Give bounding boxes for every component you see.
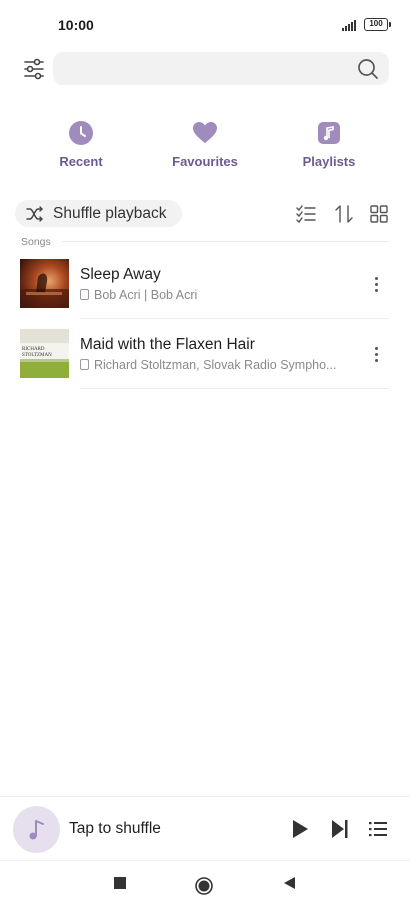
search-icon[interactable] <box>356 57 380 81</box>
local-file-icon <box>80 289 89 300</box>
play-button[interactable] <box>289 818 311 840</box>
now-playing-label[interactable]: Tap to shuffle <box>69 820 161 838</box>
shuffle-label: Shuffle playback <box>53 205 167 222</box>
shuffle-icon <box>26 206 43 222</box>
local-file-icon <box>80 359 89 370</box>
section-header-songs: Songs <box>21 236 51 248</box>
heart-icon <box>193 122 217 143</box>
music-note-icon <box>318 122 340 144</box>
status-time: 10:00 <box>58 17 94 33</box>
row-divider <box>80 318 389 319</box>
grid-view-icon[interactable] <box>368 203 390 225</box>
search-bar[interactable] <box>53 52 389 85</box>
sort-icon[interactable] <box>333 203 355 225</box>
status-bar: 10:00 100 <box>0 0 410 50</box>
clock-icon <box>69 121 93 145</box>
next-track-button[interactable] <box>329 818 351 840</box>
song-subtitle: Richard Stoltzman, Slovak Radio Sympho..… <box>80 358 342 372</box>
more-options-button[interactable] <box>370 344 384 364</box>
now-playing-art[interactable] <box>13 806 60 853</box>
recents-button[interactable] <box>113 876 127 890</box>
shuffle-playback-button[interactable]: Shuffle playback <box>15 200 182 227</box>
album-art-maid-flaxen-hair: RICHARD STOLTZMAN <box>20 329 69 378</box>
tab-playlists-label: Playlists <box>302 154 356 169</box>
music-note-icon <box>29 820 44 840</box>
song-title: Sleep Away <box>80 266 161 283</box>
song-title: Maid with the Flaxen Hair <box>80 336 255 353</box>
signal-icon <box>342 19 360 31</box>
back-button[interactable] <box>282 876 296 890</box>
song-subtitle: Bob Acri | Bob Acri <box>80 288 342 302</box>
tab-recent[interactable]: Recent <box>36 120 126 169</box>
tab-recent-label: Recent <box>59 154 103 169</box>
song-artist: Bob Acri | Bob Acri <box>94 288 198 302</box>
row-divider <box>80 388 389 389</box>
tab-favourites-label: Favourites <box>172 154 238 169</box>
player-divider <box>0 796 410 797</box>
album-art-text-1: RICHARD <box>22 347 45 352</box>
tab-playlists[interactable]: Playlists <box>284 120 374 169</box>
home-button[interactable] <box>195 877 213 895</box>
section-divider <box>62 241 389 242</box>
song-row-maid-with-the-flaxen-hair[interactable]: RICHARD STOLTZMAN Maid with the Flaxen H… <box>0 320 410 390</box>
song-artist: Richard Stoltzman, Slovak Radio Sympho..… <box>94 358 337 372</box>
battery-icon: 100 <box>364 18 391 31</box>
album-art-text-2: STOLTZMAN <box>22 353 52 358</box>
filter-settings-button[interactable] <box>20 55 48 83</box>
sliders-icon <box>24 58 44 80</box>
tab-favourites[interactable]: Favourites <box>160 120 250 169</box>
multi-select-icon[interactable] <box>295 203 317 225</box>
album-art-sleep-away <box>20 259 69 308</box>
search-input[interactable] <box>63 52 343 85</box>
more-options-button[interactable] <box>370 274 384 294</box>
queue-list-button[interactable] <box>367 818 389 840</box>
nav-divider <box>0 860 410 861</box>
song-row-sleep-away[interactable]: Sleep Away Bob Acri | Bob Acri <box>0 250 410 320</box>
